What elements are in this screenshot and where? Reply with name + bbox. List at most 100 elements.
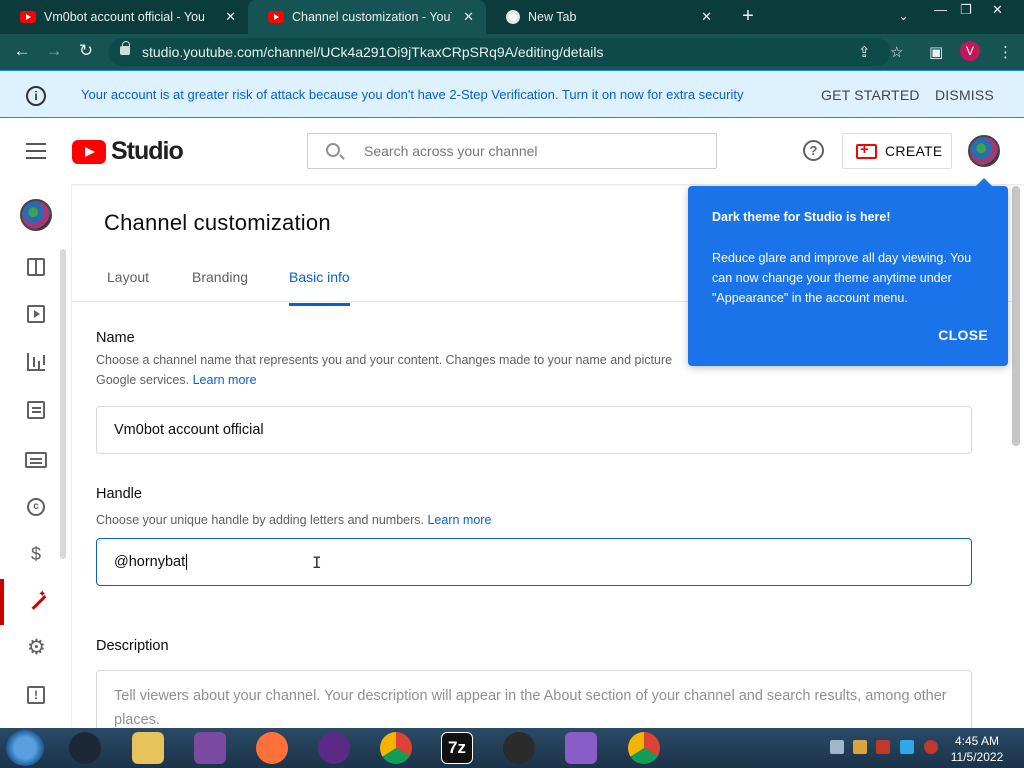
window-close-icon[interactable]: ✕ bbox=[992, 2, 1003, 18]
text-cursor-icon: I bbox=[312, 553, 322, 572]
build-tool-icon[interactable] bbox=[565, 732, 597, 764]
windows-taskbar: 7z 4:45 AM 11/5/2022 bbox=[0, 728, 1024, 768]
search-icon bbox=[326, 143, 340, 157]
description-placeholder: Tell viewers about your channel. Your de… bbox=[114, 688, 947, 728]
create-button[interactable]: CREATE bbox=[842, 133, 952, 169]
browser-tab-channel[interactable]: Vm0bot account official - YouTube ✕ bbox=[0, 0, 248, 34]
winrar-icon[interactable] bbox=[194, 732, 226, 764]
dollar-icon: $ bbox=[30, 544, 41, 564]
help-icon[interactable]: ? bbox=[803, 140, 824, 161]
back-icon[interactable]: ← bbox=[11, 41, 33, 61]
gear-icon: ⚙ bbox=[27, 636, 46, 659]
nav-customization[interactable] bbox=[0, 579, 72, 625]
feedback-icon: ! bbox=[27, 686, 45, 704]
name-section-description: Choose a channel name that represents yo… bbox=[96, 350, 696, 390]
channel-name-value: Vm0bot account official bbox=[114, 422, 264, 438]
search-box[interactable] bbox=[307, 133, 717, 169]
tab-title: Vm0bot account official - YouTube bbox=[44, 10, 204, 24]
left-nav-rail: c $ ⚙ ! bbox=[0, 184, 72, 728]
system-clock[interactable]: 4:45 AM 11/5/2022 bbox=[950, 733, 1004, 765]
close-tab-icon[interactable]: ✕ bbox=[225, 9, 236, 25]
steam-tray-icon[interactable] bbox=[830, 740, 844, 754]
tab-basic-info[interactable]: Basic info bbox=[289, 269, 350, 306]
channel-avatar[interactable] bbox=[20, 199, 52, 231]
share-icon[interactable]: ⇪ bbox=[858, 43, 871, 61]
youtube-favicon-icon bbox=[20, 11, 36, 23]
comments-icon bbox=[27, 401, 45, 419]
channel-name-field[interactable]: Vm0bot account official bbox=[96, 406, 972, 454]
url-field[interactable]: studio.youtube.com/channel/UCk4a291Oi9jT… bbox=[108, 38, 890, 66]
nav-settings[interactable]: ⚙ bbox=[0, 625, 72, 671]
studio-header: Studio ? CREATE bbox=[0, 118, 1024, 184]
tab-branding[interactable]: Branding bbox=[192, 269, 248, 303]
search-input[interactable] bbox=[364, 134, 704, 168]
name-learn-more-link[interactable]: Learn more bbox=[193, 373, 257, 387]
browser-tab-customization[interactable]: Channel customization - YouTube ✕ bbox=[248, 0, 486, 34]
analytics-icon bbox=[27, 353, 45, 371]
mask-app-icon[interactable] bbox=[318, 732, 350, 764]
description-section-title: Description bbox=[96, 638, 169, 654]
create-video-icon bbox=[856, 141, 877, 159]
create-label: CREATE bbox=[885, 143, 943, 159]
bookmark-star-icon[interactable]: ☆ bbox=[890, 43, 903, 61]
restore-icon[interactable]: ❐ bbox=[960, 2, 972, 18]
flag-tray-icon[interactable] bbox=[876, 740, 890, 754]
chrome-icon[interactable] bbox=[380, 732, 412, 764]
tab-title: Channel customization - YouTube bbox=[292, 10, 452, 24]
main-scrollbar[interactable] bbox=[1012, 186, 1020, 446]
tooltip-body: Reduce glare and improve all day viewing… bbox=[712, 251, 972, 305]
side-panel-icon[interactable]: ▣ bbox=[929, 43, 943, 61]
page-title: Channel customization bbox=[104, 210, 331, 235]
tooltip-close-button[interactable]: CLOSE bbox=[938, 327, 988, 343]
handle-section-description: Choose your unique handle by adding lett… bbox=[96, 510, 696, 530]
subtitles-icon bbox=[25, 452, 47, 468]
close-tab-icon[interactable]: ✕ bbox=[463, 9, 474, 25]
minimize-icon[interactable]: — bbox=[934, 2, 947, 17]
file-explorer-icon[interactable] bbox=[132, 732, 164, 764]
name-desc-line1: Choose a channel name that represents yo… bbox=[96, 353, 673, 367]
browser-profile-avatar[interactable]: V bbox=[960, 41, 980, 61]
studio-logo[interactable]: Studio bbox=[72, 137, 184, 166]
content-icon bbox=[27, 305, 45, 323]
handle-field[interactable]: @hornybat bbox=[96, 538, 972, 586]
handle-learn-more-link[interactable]: Learn more bbox=[427, 513, 491, 527]
info-icon: i bbox=[26, 86, 46, 106]
account-avatar[interactable] bbox=[968, 135, 1000, 167]
game-icon[interactable] bbox=[503, 732, 535, 764]
browser-tab-newtab[interactable]: New Tab ✕ bbox=[486, 0, 724, 34]
new-tab-button[interactable]: + bbox=[736, 5, 760, 29]
close-tab-icon[interactable]: ✕ bbox=[701, 9, 712, 25]
get-started-button[interactable]: GET STARTED bbox=[821, 87, 920, 103]
tab-layout[interactable]: Layout bbox=[107, 269, 149, 303]
dashboard-icon bbox=[27, 258, 45, 276]
steam-icon[interactable] bbox=[69, 732, 101, 764]
name-section-title: Name bbox=[96, 330, 135, 346]
address-bar-row: ← → ↻ studio.youtube.com/channel/UCk4a29… bbox=[0, 34, 1024, 70]
browser-tab-bar: Vm0bot account official - YouTube ✕ Chan… bbox=[0, 0, 1024, 34]
handle-value: @hornybat bbox=[114, 554, 186, 570]
chrome-menu-icon[interactable]: ⋮ bbox=[998, 43, 1013, 61]
start-button-icon[interactable] bbox=[6, 730, 44, 766]
firefox-icon[interactable] bbox=[256, 732, 288, 764]
text-caret bbox=[186, 554, 188, 571]
reload-icon[interactable]: ↻ bbox=[75, 41, 97, 61]
nav-feedback[interactable]: ! bbox=[0, 672, 72, 718]
handle-desc-text: Choose your unique handle by adding lett… bbox=[96, 513, 424, 527]
forward-icon[interactable]: → bbox=[43, 41, 65, 61]
display-tray-icon[interactable] bbox=[900, 740, 914, 754]
dismiss-button[interactable]: DISMISS bbox=[935, 87, 994, 103]
youtube-logo-icon bbox=[72, 139, 106, 164]
search-tray-icon[interactable] bbox=[853, 740, 867, 754]
youtube-favicon-icon bbox=[268, 11, 284, 23]
tab-search-icon[interactable]: ⌄ bbox=[898, 8, 909, 24]
dark-theme-tooltip: Dark theme for Studio is here! Reduce gl… bbox=[688, 178, 1008, 366]
rail-scrollbar[interactable] bbox=[60, 249, 66, 559]
lock-icon bbox=[120, 41, 130, 55]
menu-icon[interactable] bbox=[26, 143, 46, 164]
7zip-icon[interactable]: 7z bbox=[441, 732, 473, 764]
tab-title: New Tab bbox=[528, 10, 577, 24]
chrome-favicon-icon bbox=[506, 10, 520, 24]
banner-message[interactable]: Your account is at greater risk of attac… bbox=[81, 87, 743, 102]
chrome-profile-icon[interactable] bbox=[628, 732, 660, 764]
record-tray-icon[interactable] bbox=[924, 740, 938, 754]
